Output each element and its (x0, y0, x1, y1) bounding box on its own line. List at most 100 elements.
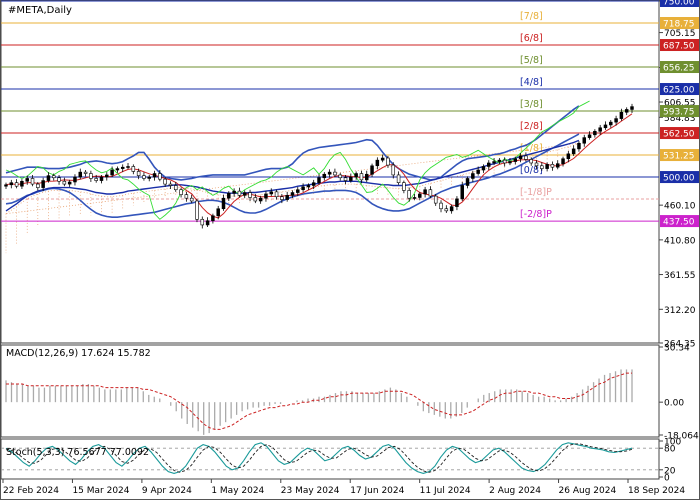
candle-body (73, 176, 77, 183)
price-level-label: 593.75 (663, 108, 695, 118)
candle-body (317, 177, 321, 183)
candle-body (433, 195, 438, 204)
stochastic-label: Stoch(5,3,3) 76.5677 77.0092 (6, 447, 149, 458)
murrey-label: [0/8] (520, 165, 543, 176)
price-level-label: 562.50 (663, 130, 695, 140)
date-tick-label: 15 Mar 2024 (72, 486, 129, 496)
candle-body (99, 176, 104, 181)
date-tick-label: 1 May 2024 (211, 486, 264, 496)
candle-body (349, 176, 353, 181)
candle-body (354, 173, 358, 178)
price-level-label: 718.75 (663, 20, 695, 30)
candle-body (518, 155, 523, 160)
candle-body (14, 182, 19, 187)
murrey-label: [6/8] (520, 33, 543, 44)
candle-body (285, 195, 289, 200)
candle-body (561, 158, 565, 164)
candle-body (545, 164, 549, 169)
candle-body (428, 189, 433, 197)
candle-body (460, 185, 464, 200)
price-tick-label: 312.20 (664, 306, 696, 316)
murrey-label: [4/8] (520, 77, 543, 88)
candle-body (338, 174, 342, 179)
candle-body (78, 171, 83, 178)
price-tick-label: 410.80 (664, 236, 696, 246)
candle-body (402, 182, 406, 191)
candle-body (174, 185, 178, 191)
stochastic-panel: Stoch(5,3,3) 76.5677 77.0092 (0, 438, 660, 480)
murrey-label: [2/8] (520, 121, 543, 132)
candle-body (163, 178, 167, 185)
candle-body (211, 215, 215, 222)
candle-body (359, 173, 364, 181)
candle-body (587, 134, 592, 138)
date-tick-label: 26 Aug 2024 (559, 486, 617, 496)
candle-body (571, 148, 576, 155)
candle-body (624, 109, 629, 113)
stochastic-tick-label: 0 (664, 474, 670, 484)
candle-body (41, 180, 45, 188)
candle-body (375, 159, 380, 167)
candle-body (105, 174, 109, 178)
candle-body (269, 191, 274, 195)
candle-body (555, 163, 560, 168)
price-level-label: 625.00 (663, 86, 695, 96)
price-tick-label: 361.55 (664, 271, 696, 281)
candle-body (513, 158, 518, 162)
candle-body (9, 182, 14, 186)
candle-body (487, 162, 491, 167)
candle-body (619, 111, 624, 119)
candle-body (577, 142, 581, 150)
candle-body (237, 190, 242, 196)
candle-body (89, 173, 93, 179)
candle-body (216, 208, 220, 217)
price-tick-label: 460.10 (664, 202, 696, 212)
candle-body (142, 175, 146, 179)
chart-window: [8/8][7/8][6/8][5/8][4/8][3/8][2/8][1/8]… (0, 0, 700, 500)
murrey-label: [3/8] (520, 99, 543, 110)
candle-body (630, 106, 634, 110)
candle-body (364, 173, 369, 181)
candle-body (455, 198, 459, 207)
candle-body (524, 155, 528, 160)
candle-body (386, 157, 390, 166)
candle-body (189, 197, 194, 202)
murrey-label: [5/8] (520, 55, 543, 66)
murrey-label: [-1/8]P (520, 187, 552, 198)
candle-body (412, 197, 417, 199)
candle-body (200, 219, 205, 226)
date-tick-label: 18 Sep 2024 (628, 486, 685, 496)
price-level-label: 500.00 (663, 174, 695, 184)
price-level-label: 656.25 (663, 64, 695, 74)
candle-body (449, 206, 454, 212)
candle-body (184, 194, 189, 199)
candle-body (529, 159, 533, 164)
date-tick-label: 11 Jul 2024 (420, 486, 471, 496)
candle-body (471, 173, 475, 179)
candle-body (25, 178, 29, 182)
candle-body (46, 175, 51, 181)
candle-body (83, 171, 88, 174)
candle-body (36, 183, 40, 188)
candle-body (147, 176, 151, 179)
candle-body (327, 171, 332, 175)
candle-body (380, 157, 385, 161)
candle-body (439, 202, 443, 210)
price-level-label: 437.50 (663, 218, 695, 228)
candle-body (609, 121, 613, 126)
candle-body (51, 175, 56, 179)
candle-body (280, 196, 284, 200)
candle-body (301, 186, 305, 191)
chart-title: #META,Daily (8, 5, 72, 16)
candle-body (67, 181, 72, 185)
candle-body (311, 182, 316, 186)
candle-body (168, 183, 173, 186)
candle-body (152, 173, 157, 178)
candle-body (158, 173, 162, 180)
candle-body (534, 162, 539, 167)
candle-body (205, 220, 210, 226)
macd-tick-label: 0.00 (664, 399, 684, 409)
date-tick-label: 22 Feb 2024 (3, 486, 59, 496)
candle-body (593, 130, 597, 136)
candle-body (598, 127, 602, 132)
